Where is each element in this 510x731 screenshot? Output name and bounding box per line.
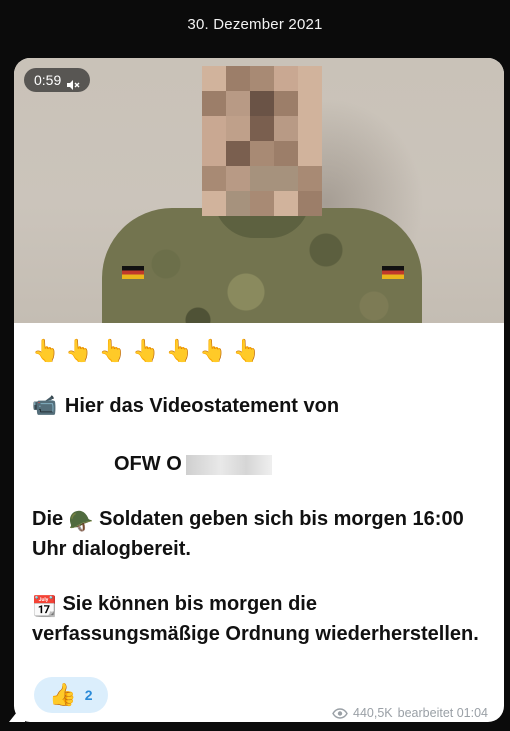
pixel-block xyxy=(298,116,322,141)
video-duration-badge[interactable]: 0:59 xyxy=(24,68,91,92)
view-count: 440,5K xyxy=(353,706,393,720)
pixel-block xyxy=(202,91,226,116)
redacted-name xyxy=(185,454,272,475)
pixel-block xyxy=(226,91,250,116)
pointing-up-emoji: 👆 xyxy=(232,338,260,363)
eye-icon xyxy=(332,707,348,719)
flag-patch-right xyxy=(382,266,404,279)
date-separator: 30. Dezember 2021 xyxy=(187,16,323,33)
video-camera-icon: 📹 xyxy=(32,395,57,417)
edited-time: bearbeitet 01:04 xyxy=(397,706,488,720)
pixelated-face xyxy=(202,66,322,216)
para1-rest: Soldaten geben sich bis morgen 16:00 Uhr… xyxy=(32,508,464,560)
pixel-block xyxy=(226,166,250,191)
pixel-block xyxy=(202,166,226,191)
pixel-block xyxy=(226,141,250,166)
pixel-block xyxy=(250,166,274,191)
pixel-block xyxy=(250,141,274,166)
order-paragraph: 📆 Sie können bis morgen die verfassungsm… xyxy=(32,591,482,648)
video-statement-line: 📹 Hier das Videostatement von xyxy=(32,393,339,420)
pixel-block xyxy=(274,91,298,116)
pixel-block xyxy=(298,141,322,166)
pixel-block xyxy=(250,66,274,91)
pixel-block xyxy=(250,191,274,216)
pointing-up-emoji: 👆 xyxy=(165,338,194,363)
pixel-block xyxy=(298,191,322,216)
pixel-block xyxy=(250,91,274,116)
pixel-block xyxy=(298,91,322,116)
pixel-block xyxy=(202,141,226,166)
para2-text: Sie können bis morgen die verfassungsmäß… xyxy=(32,593,479,645)
reaction-count: 2 xyxy=(84,687,93,703)
thumbs-up-reaction[interactable]: 👍 2 xyxy=(34,677,108,713)
pixel-block xyxy=(274,116,298,141)
pixel-block xyxy=(202,116,226,141)
pixel-block xyxy=(226,66,250,91)
pointing-up-emoji: 👆 xyxy=(132,338,160,363)
pixel-block xyxy=(274,66,298,91)
message-text: 👆 👆 👆 👆 👆 👆 👆 📹 Hier das Videostatement … xyxy=(14,323,504,645)
pointing-up-emoji: 👆 xyxy=(98,338,127,363)
pointing-up-emoji: 👆 xyxy=(32,338,60,363)
pointing-up-emoji: 👆 xyxy=(65,338,93,363)
thumbs-up-icon: 👍 xyxy=(49,682,77,707)
video-statement-text: Hier das Videostatement von xyxy=(64,395,340,417)
pointing-emoji-row: 👆 👆 👆 👆 👆 👆 👆 xyxy=(32,337,486,367)
para1-start: Die xyxy=(32,508,64,530)
calendar-icon: 📆 xyxy=(32,596,57,618)
pixel-block xyxy=(202,66,226,91)
video-player[interactable]: 0:59 xyxy=(14,58,504,323)
pointing-up-emoji: 👆 xyxy=(199,338,227,363)
pixel-block xyxy=(226,116,250,141)
flag-patch-left xyxy=(122,266,144,279)
pixel-block xyxy=(298,166,322,191)
soldier-name: OFW O xyxy=(114,453,182,475)
dialog-paragraph: Die 🪖 Soldaten geben sich bis morgen 16:… xyxy=(32,506,482,563)
pixel-block xyxy=(274,166,298,191)
message-bubble: 0:59 👆 👆 👆 👆 👆 👆 👆 📹 Hier das Videostate… xyxy=(14,58,504,722)
pixel-block xyxy=(202,191,226,216)
soldier-name-line: OFW O xyxy=(114,451,272,478)
pixel-block xyxy=(274,191,298,216)
pixel-block xyxy=(298,66,322,91)
message-meta: 440,5K bearbeitet 01:04 xyxy=(332,706,488,720)
video-duration: 0:59 xyxy=(34,72,62,88)
pixel-block xyxy=(226,191,250,216)
pixel-block xyxy=(274,141,298,166)
pixel-block xyxy=(250,116,274,141)
helmet-icon: 🪖 xyxy=(68,511,94,533)
speaker-muted-icon[interactable] xyxy=(66,74,80,90)
